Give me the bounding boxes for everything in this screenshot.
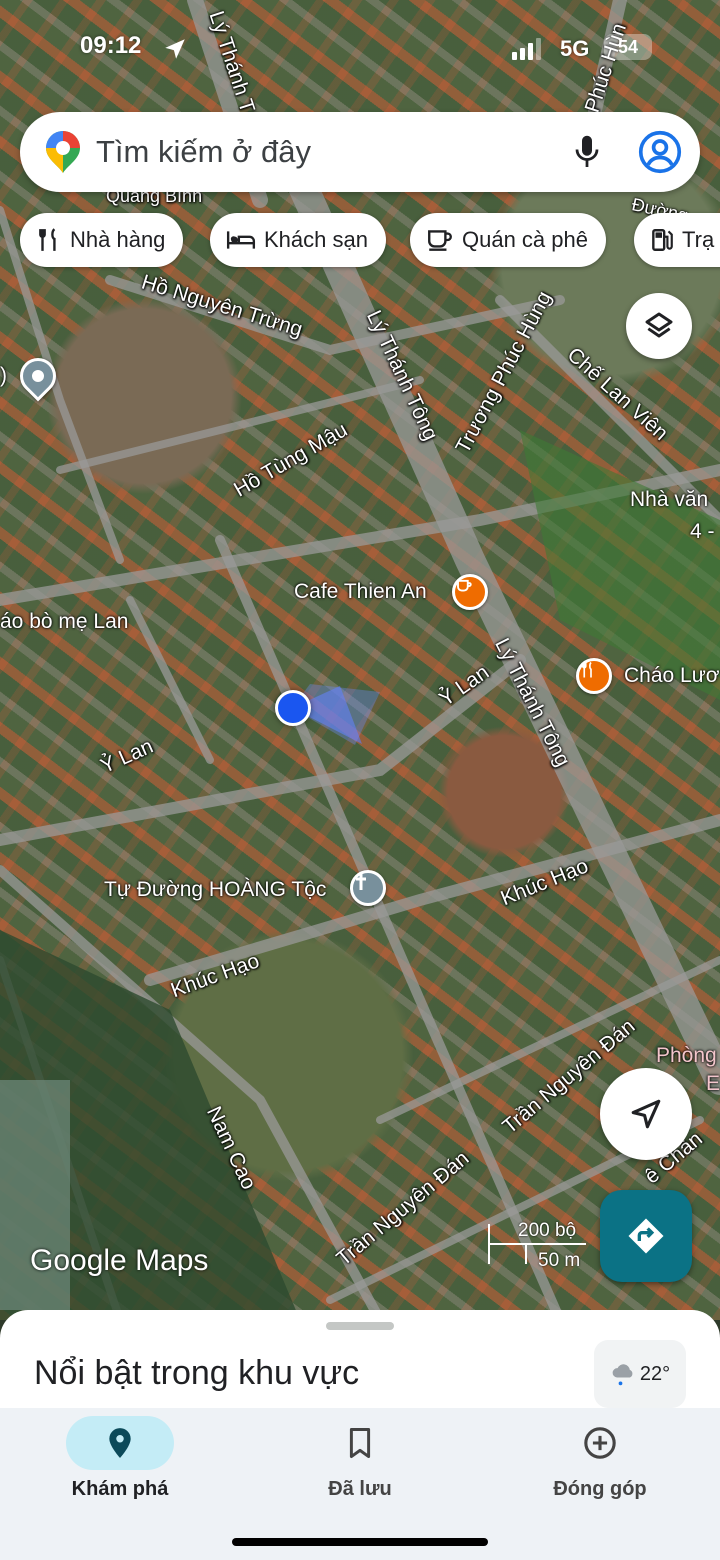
my-location-button[interactable] [600, 1068, 692, 1160]
status-network: 5G [560, 36, 590, 61]
nav-label-contribute: Đóng góp [553, 1478, 647, 1500]
coffee-cup-icon [428, 230, 452, 251]
bookmark-icon [349, 1427, 371, 1459]
sheet-title: Nổi bật trong khu vực [34, 1354, 360, 1392]
current-location-dot [275, 690, 311, 726]
poi-label-phong-e: E [706, 1072, 720, 1095]
fork-knife-icon [39, 228, 56, 251]
search-bar[interactable]: Tìm kiếm ở đây [20, 112, 700, 192]
gas-station-icon [652, 229, 673, 251]
bottom-sheet[interactable]: Nổi bật trong khu vực 22° [0, 1310, 720, 1420]
chip-label: Trạ [682, 227, 715, 252]
add-circle-icon [584, 1427, 616, 1459]
chip-label: Khách sạn [264, 227, 368, 252]
maps-app: Quảng Bình Hồ Nguyên Trừng Lý Thánh Tông… [0, 0, 720, 1560]
nav-explore[interactable]: Khám phá [0, 1408, 240, 1518]
directions-button[interactable] [600, 1190, 692, 1282]
battery-icon: 54 [604, 34, 652, 60]
chip-gas-station[interactable]: Trạ [634, 213, 720, 267]
nav-label-saved: Đã lưu [328, 1478, 392, 1500]
nav-icon-wrap [347, 1416, 373, 1470]
poi-label-chao-bo-me-lan[interactable]: áo bò mẹ Lan [0, 610, 128, 634]
home-indicator [232, 1538, 488, 1546]
cloud-rain-icon [612, 1364, 633, 1386]
explore-pin-icon [109, 1428, 131, 1458]
bottom-navigation: Khám phá Đã lưu Đóng góp [0, 1408, 720, 1560]
nav-active-indicator [66, 1416, 174, 1470]
nav-icon-wrap [583, 1416, 617, 1470]
bed-icon [226, 231, 256, 249]
poi-label-phong[interactable]: Phòng [656, 1044, 717, 1068]
scale-label-metric: 50 m [538, 1250, 581, 1271]
coffee-pin-icon[interactable] [452, 574, 488, 610]
nav-label-explore: Khám phá [71, 1478, 169, 1500]
nav-contribute[interactable]: Đóng góp [480, 1408, 720, 1518]
signal-bars-icon [512, 38, 542, 60]
status-time: 09:12 [80, 32, 142, 59]
temperature: 22° [639, 1362, 671, 1385]
chip-hotels[interactable]: Khách sạn [210, 213, 386, 267]
chip-label: Quán cà phê [462, 227, 588, 252]
poi-label-cafe-thien-an[interactable]: Cafe Thien An [294, 580, 427, 604]
poi-label-nha-van[interactable]: Nhà văn [630, 488, 708, 512]
location-arrow-icon [165, 39, 185, 59]
microphone-icon[interactable] [572, 133, 602, 171]
poi-label-tu-duong[interactable]: Tự Đường HOÀNG Tộc [104, 878, 326, 902]
layers-icon [645, 312, 673, 338]
layers-button[interactable] [626, 293, 692, 359]
google-maps-logo: Google Maps [30, 1244, 209, 1277]
scale-label-imperial: 200 bộ [518, 1220, 577, 1241]
chip-label: Nhà hàng [70, 227, 166, 252]
weather-badge[interactable]: 22° [594, 1340, 686, 1408]
poi-label-chao-luon[interactable]: Cháo Lươ [624, 664, 720, 688]
search-input[interactable]: Tìm kiếm ở đây [96, 134, 572, 170]
restaurant-pin-icon[interactable] [576, 658, 612, 694]
battery-level: 54 [617, 36, 639, 57]
nav-saved[interactable]: Đã lưu [240, 1408, 480, 1518]
chip-restaurants[interactable]: Nhà hàng [20, 213, 184, 267]
church-cross-pin-icon[interactable] [350, 870, 386, 906]
directions-icon [628, 1218, 664, 1254]
poi-label-nha-van-number: 4 - [690, 520, 715, 543]
chip-coffee[interactable]: Quán cà phê [410, 213, 606, 267]
account-avatar-icon[interactable] [638, 130, 682, 174]
poi-label-left-edge: ) [0, 364, 7, 387]
sheet-drag-handle[interactable] [326, 1322, 394, 1330]
map-scale: 200 bộ 50 m [486, 1218, 596, 1274]
navigation-arrow-icon [631, 1099, 661, 1129]
google-maps-pin-logo-icon [46, 131, 80, 173]
